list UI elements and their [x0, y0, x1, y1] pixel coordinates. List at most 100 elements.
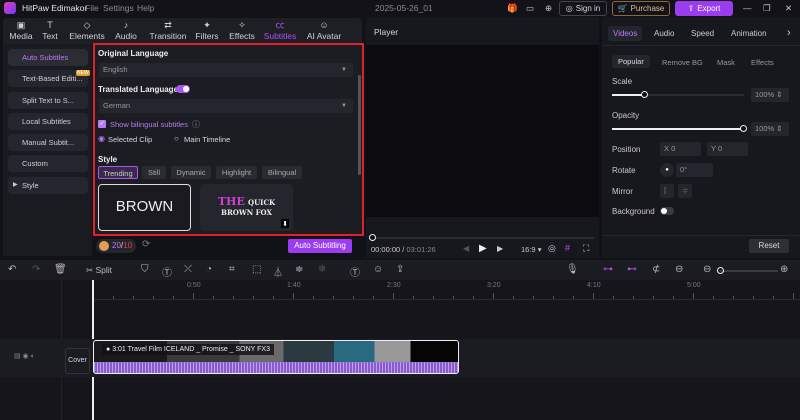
split-track-icon[interactable]: ⊄ — [652, 264, 660, 275]
zoom-in-icon[interactable]: ⊕ — [780, 264, 788, 275]
sidebar-item-split-text[interactable]: Split Text to S... — [8, 92, 88, 109]
tab-effects[interactable]: ✧ Effects — [224, 19, 260, 41]
aspect-ratio-select[interactable]: 16:9 ▾ — [521, 245, 541, 254]
rotate-dial[interactable]: ● — [660, 163, 674, 177]
rotate-input[interactable]: 0° — [676, 163, 713, 177]
background-toggle[interactable] — [660, 207, 674, 215]
tab-videos[interactable]: Videos — [608, 26, 643, 41]
original-language-select[interactable]: English ▼ — [99, 63, 353, 77]
style-tab-bilingual[interactable]: Bilingual — [262, 166, 302, 179]
minimize-icon[interactable]: — — [743, 3, 752, 13]
chevron-right-icon[interactable]: › — [787, 27, 791, 39]
text-to-speech-icon[interactable]: Ⓣ — [350, 264, 360, 279]
tab-subtitles[interactable]: ㏄ Subtitles — [259, 19, 301, 41]
track-lock-icon[interactable]: ▤ ◉ ◐ — [14, 352, 35, 360]
link-icon[interactable]: ⊶ — [603, 264, 613, 275]
subtab-mask[interactable]: Mask — [717, 58, 735, 67]
tab-transition[interactable]: ⇄ Transition — [146, 19, 190, 41]
download-icon[interactable]: ⊕ — [545, 3, 552, 14]
reset-button[interactable]: Reset — [749, 239, 789, 253]
timeline-ruler[interactable]: 0:50 1:40 2:30 3:20 4:10 5:00 — [93, 280, 800, 300]
tab-animation[interactable]: Animation — [731, 29, 767, 38]
style-tab-dynamic[interactable]: Dynamic — [171, 166, 211, 179]
position-y-input[interactable]: Y 0 — [707, 142, 748, 156]
redo-icon[interactable]: ↷ — [32, 264, 40, 275]
auto-subtitling-button[interactable]: Auto Subtitling — [288, 239, 352, 253]
style-tab-trending[interactable]: Trending — [98, 166, 138, 179]
menu-settings[interactable]: Settings — [103, 3, 134, 13]
video-clip[interactable]: ● 3:01 Travel Film ICELAND _ Promise _ S… — [93, 340, 459, 374]
style-preset-brown[interactable]: BROWN — [98, 184, 191, 231]
undo-icon[interactable]: ↶ — [8, 264, 16, 275]
snapshot-icon[interactable]: ◎ — [548, 243, 556, 254]
microphone-icon[interactable]: 🎙 — [566, 264, 579, 275]
play-icon[interactable]: ▶ — [479, 243, 487, 254]
subtab-remove-bg[interactable]: Remove BG — [662, 58, 703, 67]
sidebar-item-local-subtitles[interactable]: Local Subtitles — [8, 113, 88, 130]
fullscreen-icon[interactable]: ⛶ — [583, 243, 589, 254]
mirror-vertical-icon[interactable]: ≑ — [678, 184, 692, 198]
sign-in-button[interactable]: ◎ Sign in — [559, 1, 607, 16]
tab-speed[interactable]: Speed — [691, 29, 714, 38]
flip-icon[interactable]: ≑ — [295, 264, 303, 275]
opacity-input[interactable]: 100% ⇕ — [751, 122, 789, 136]
sidebar-item-auto-subtitles[interactable]: Auto Subtitles — [8, 49, 88, 66]
sidebar-item-style[interactable]: ▶ Style — [8, 177, 88, 194]
gift-icon[interactable]: 🎁 — [507, 3, 518, 14]
menu-help[interactable]: Help — [137, 3, 154, 13]
avatar-tool-icon[interactable]: ☺ — [373, 264, 383, 275]
bilingual-checkbox[interactable]: ✓ — [98, 120, 106, 128]
position-x-input[interactable]: X 0 — [660, 142, 701, 156]
playback-scrubber[interactable] — [371, 237, 594, 239]
refresh-icon[interactable]: ⟳ — [142, 239, 150, 250]
style-tab-highlight[interactable]: Highlight — [216, 166, 257, 179]
split-button[interactable]: ✂ Split — [86, 265, 112, 276]
resize-icon[interactable]: ⬚ — [252, 264, 261, 275]
video-preview[interactable] — [366, 45, 599, 217]
radio-main-timeline[interactable]: ○ — [174, 134, 179, 143]
fit-icon[interactable]: ⊖ — [675, 264, 683, 275]
subtab-effects[interactable]: Effects — [751, 58, 774, 67]
opacity-slider-handle[interactable] — [740, 125, 747, 132]
cut-icon[interactable]: ⤬ — [184, 264, 192, 275]
grid-icon[interactable]: # — [565, 243, 570, 253]
tab-ai-avatar[interactable]: ☺ AI Avatar — [303, 19, 345, 41]
freeze-icon[interactable]: ❄ — [318, 264, 326, 275]
tab-text[interactable]: T Text — [32, 19, 68, 41]
tab-audio[interactable]: ♪ Audio — [108, 19, 144, 41]
zoom-slider[interactable] — [717, 267, 778, 274]
next-frame-icon[interactable]: ▶ — [497, 244, 503, 253]
previous-frame-icon[interactable]: ◀ — [463, 244, 469, 253]
translate-toggle[interactable] — [176, 85, 190, 93]
close-icon[interactable]: ✕ — [785, 3, 792, 14]
scrubber-handle[interactable] — [369, 234, 376, 241]
mirror-horizontal-icon[interactable]: ⫿ — [660, 184, 674, 198]
style-preset-quick-brown-fox[interactable]: THE QUICK BROWN FOX ⬇ — [200, 184, 293, 231]
style-tab-still[interactable]: Still — [142, 166, 166, 179]
tab-filters[interactable]: ✦ Filters — [189, 19, 225, 41]
tab-audio-props[interactable]: Audio — [654, 29, 674, 38]
scale-slider[interactable] — [612, 91, 744, 98]
sidebar-item-custom[interactable]: Custom — [8, 155, 88, 172]
magnet-icon[interactable]: ⊷ — [627, 264, 637, 275]
cover-button[interactable]: Cover — [65, 348, 90, 374]
speed-icon[interactable]: ◔ — [206, 264, 212, 275]
marker-icon[interactable]: ⛉ — [141, 264, 149, 275]
tab-elements[interactable]: ◇ Elements — [66, 19, 108, 41]
feedback-icon[interactable]: ▭ — [526, 3, 534, 14]
mirror-tool-icon[interactable]: ⏃ — [273, 264, 283, 279]
opacity-slider[interactable] — [612, 125, 747, 132]
translated-language-select[interactable]: German ▼ — [99, 99, 353, 113]
restore-icon[interactable]: ❐ — [763, 3, 771, 14]
export-button[interactable]: ⇪ Export — [675, 1, 733, 16]
text-tool-icon[interactable]: Ⓣ — [162, 264, 172, 279]
subtab-popular[interactable]: Popular — [612, 55, 650, 68]
scale-input[interactable]: 100% ⇕ — [751, 88, 789, 102]
info-icon[interactable]: ⓘ — [192, 119, 200, 130]
scale-slider-handle[interactable] — [641, 91, 648, 98]
sidebar-item-manual-subtitles[interactable]: Manual Subtit... — [8, 134, 88, 151]
panel-scrollbar[interactable] — [358, 75, 361, 175]
crop-icon[interactable]: ⌗ — [229, 264, 235, 275]
export-clip-icon[interactable]: ⇪ — [396, 264, 404, 275]
zoom-out-icon[interactable]: ⊖ — [703, 264, 711, 275]
